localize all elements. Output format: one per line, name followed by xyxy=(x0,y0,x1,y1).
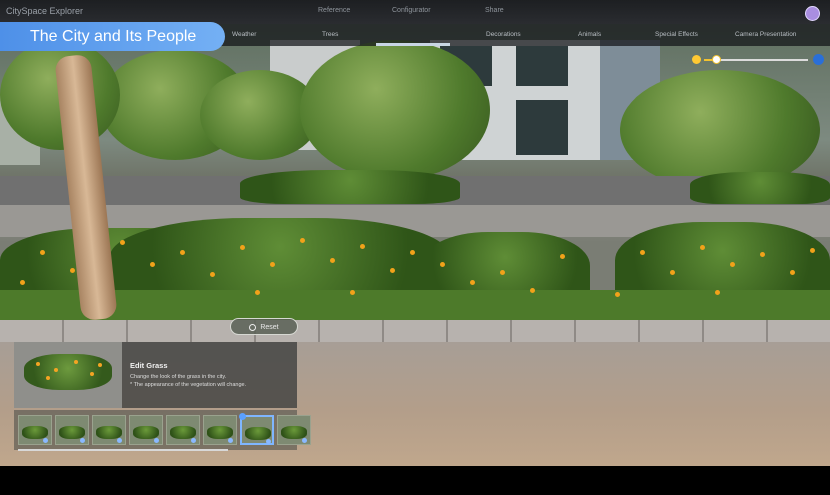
tab-camera-presentation[interactable]: Camera Presentation xyxy=(735,31,796,38)
top-tab-reference[interactable]: Reference xyxy=(318,7,350,14)
slider-handle[interactable] xyxy=(712,55,722,64)
flower xyxy=(410,250,415,255)
flower xyxy=(120,240,125,245)
grass-option-thumbnail[interactable] xyxy=(239,413,274,445)
tab-special-effects[interactable]: Special Effects xyxy=(655,31,698,38)
flower xyxy=(640,250,645,255)
reset-button[interactable]: Reset xyxy=(230,318,298,335)
preview-bush xyxy=(24,354,112,390)
top-tab-share[interactable]: Share xyxy=(485,7,504,14)
tab-selection-indicator xyxy=(376,43,450,46)
flower xyxy=(730,262,735,267)
flower xyxy=(700,245,705,250)
reset-icon xyxy=(249,323,257,331)
description-line: * The appearance of the vegetation will … xyxy=(130,381,247,388)
flower xyxy=(255,290,260,295)
option-indicator-icon xyxy=(154,438,159,443)
grass-option-thumbnail[interactable] xyxy=(277,415,311,445)
tab-trees[interactable]: Trees xyxy=(322,31,338,38)
flower xyxy=(470,280,475,285)
flower xyxy=(40,250,45,255)
flower xyxy=(790,270,795,275)
app-window: CitySpace Explorer Reference Configurato… xyxy=(0,0,830,495)
flower xyxy=(715,290,720,295)
tab-weather[interactable]: Weather xyxy=(232,31,256,38)
letterbox xyxy=(0,466,830,495)
grass-option-thumbnail[interactable] xyxy=(55,415,89,445)
option-indicator-icon xyxy=(80,438,85,443)
app-brand: CitySpace Explorer xyxy=(6,6,84,16)
flower xyxy=(180,250,185,255)
flower xyxy=(210,272,215,277)
grass-option-thumbnail[interactable] xyxy=(92,415,126,445)
flower xyxy=(240,245,245,250)
top-tab-configurator[interactable]: Configurator xyxy=(392,7,431,14)
building-window xyxy=(516,46,568,86)
flower xyxy=(360,244,365,249)
time-of-day-slider[interactable] xyxy=(692,54,824,66)
flower xyxy=(530,288,535,293)
tree-canopy xyxy=(300,40,490,180)
option-indicator-icon xyxy=(266,439,271,444)
flower xyxy=(300,238,305,243)
reset-label: Reset xyxy=(260,324,279,331)
edit-panel-description: Change the look of the grass in the city… xyxy=(130,374,290,389)
grass-strip xyxy=(0,290,830,322)
sun-icon xyxy=(692,55,701,64)
flower xyxy=(270,262,275,267)
grass-option-thumbnail[interactable] xyxy=(129,415,163,445)
flower xyxy=(500,270,505,275)
tab-animals[interactable]: Animals xyxy=(578,31,601,38)
hedge xyxy=(240,170,460,204)
grass-option-thumbnail[interactable] xyxy=(203,415,237,445)
user-avatar-icon[interactable] xyxy=(805,6,820,21)
flower xyxy=(350,290,355,295)
edit-panel-title: Edit Grass xyxy=(130,361,168,370)
selected-badge-icon xyxy=(239,413,246,420)
tab-decorations[interactable]: Decorations xyxy=(486,31,521,38)
hedge xyxy=(690,172,830,204)
grass-preview-image xyxy=(14,342,122,408)
options-scrollbar[interactable] xyxy=(18,449,228,451)
flower xyxy=(70,268,75,273)
flower xyxy=(440,262,445,267)
description-line: Change the look of the grass in the city… xyxy=(130,374,227,380)
flower xyxy=(560,254,565,259)
grass-option-thumbnail[interactable] xyxy=(18,415,52,445)
moon-icon xyxy=(813,54,824,65)
option-indicator-icon xyxy=(302,438,307,443)
flower xyxy=(20,280,25,285)
grass-option-thumbnail[interactable] xyxy=(166,415,200,445)
flower xyxy=(810,248,815,253)
flower xyxy=(330,258,335,263)
option-indicator-icon xyxy=(117,438,122,443)
option-indicator-icon xyxy=(228,438,233,443)
flower xyxy=(390,268,395,273)
flower xyxy=(760,252,765,257)
building-window xyxy=(516,100,568,155)
flower xyxy=(150,262,155,267)
curb xyxy=(0,320,830,342)
top-bar: CitySpace Explorer Reference Configurato… xyxy=(0,0,830,24)
flower xyxy=(615,292,620,297)
option-indicator-icon xyxy=(191,438,196,443)
page-title: The City and Its People xyxy=(0,22,225,51)
flower xyxy=(670,270,675,275)
option-indicator-icon xyxy=(43,438,48,443)
